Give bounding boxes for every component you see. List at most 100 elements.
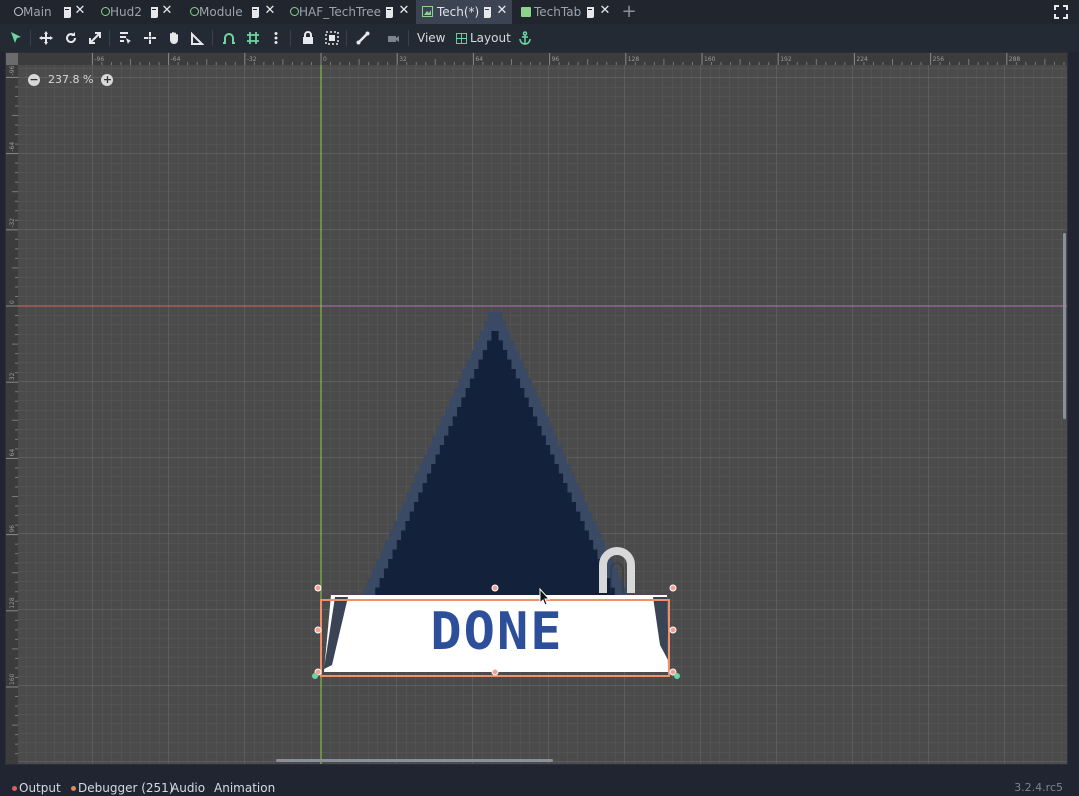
layout-label: Layout — [470, 31, 511, 45]
bottom-panel-bar: Output Debugger (251) Audio Animation 3.… — [0, 778, 1079, 796]
vertical-ruler[interactable]: -96 -64 -32 0 32 64 96 128 160 — [6, 53, 18, 764]
animation-tab[interactable]: Animation — [214, 780, 275, 796]
close-icon[interactable]: ✕ — [74, 4, 86, 17]
zoom-reset-label[interactable]: 237.8 % — [48, 73, 93, 86]
skeleton-button[interactable] — [354, 29, 372, 47]
output-tab[interactable]: Output — [12, 780, 61, 796]
vertical-scrollbar[interactable] — [1063, 233, 1066, 419]
scale-mode-button[interactable] — [86, 29, 104, 47]
layout-icon — [456, 32, 467, 44]
move-mode-button[interactable] — [37, 29, 55, 47]
zoom-in-button[interactable]: + — [101, 73, 114, 86]
ruler-tick-label: 128 — [9, 597, 16, 609]
script-icon[interactable] — [384, 6, 395, 18]
ruler-mode-button[interactable] — [189, 29, 207, 47]
pivot-button[interactable] — [141, 29, 159, 47]
separator — [408, 30, 409, 46]
script-icon[interactable] — [585, 6, 596, 18]
tab-tech[interactable]: Tech(*) ✕ — [416, 0, 512, 24]
tab-hud2[interactable]: Hud2 ✕ — [97, 0, 177, 24]
list-select-button[interactable] — [116, 29, 134, 47]
resize-handle[interactable] — [669, 584, 677, 592]
resize-handle[interactable] — [491, 668, 499, 676]
tab-label: Main — [23, 5, 52, 19]
group-button[interactable] — [323, 29, 341, 47]
grid-snap-toggle[interactable] — [244, 29, 262, 47]
ruler-corner — [6, 53, 18, 65]
script-icon[interactable] — [482, 6, 493, 18]
tab-label: Module — [199, 5, 243, 19]
scene-icon — [290, 7, 299, 16]
snap-options-button[interactable] — [267, 29, 285, 47]
ruler-tick-label: 32 — [399, 56, 407, 63]
lock-button[interactable] — [299, 29, 317, 47]
close-icon[interactable]: ✕ — [264, 4, 276, 17]
separator — [290, 30, 291, 46]
canvas-grid[interactable]: DONE — [18, 65, 1068, 765]
anchor-button[interactable] — [516, 29, 534, 47]
tab-techtab[interactable]: TechTab ✕ — [515, 0, 615, 24]
warning-indicator-icon — [71, 786, 76, 791]
anchor-handle[interactable] — [312, 673, 318, 679]
ruler-icon — [191, 31, 205, 45]
zoom-out-button[interactable]: − — [28, 73, 40, 86]
anchor-handle[interactable] — [674, 673, 680, 679]
camera-icon — [388, 36, 399, 42]
close-icon[interactable]: ✕ — [599, 4, 611, 17]
ruler-tick-label: -32 — [247, 56, 257, 63]
resize-handle[interactable] — [491, 584, 499, 592]
ruler-tick-label: -96 — [9, 65, 16, 75]
group-icon — [325, 31, 339, 45]
horizontal-ruler[interactable]: -96 -64 -32 0 32 64 96 128 160 192 224 256 288 — [6, 53, 1067, 65]
ruler-tick-label: 256 — [933, 56, 945, 63]
rotate-mode-button[interactable] — [62, 29, 80, 47]
horizontal-scrollbar[interactable] — [276, 759, 553, 762]
script-icon[interactable] — [250, 6, 261, 18]
view-menu[interactable]: View — [417, 29, 445, 47]
scene-icon — [101, 7, 110, 16]
debugger-tab[interactable]: Debugger (251) — [71, 780, 173, 796]
tab-label: TechTab — [534, 5, 582, 19]
resize-handle[interactable] — [314, 584, 322, 592]
canvas-viewport[interactable]: DONE -96 -64 -32 0 32 64 96 128 160 192 224 256 288 … — [5, 52, 1068, 765]
scene-tab-bar: Main ✕ Hud2 ✕ Module ✕ HAF_TechTree ✕ Te… — [0, 0, 1079, 24]
move-icon — [39, 31, 53, 45]
ruler-tick-label: 288 — [1009, 56, 1021, 63]
script-icon[interactable] — [149, 6, 160, 18]
close-icon[interactable]: ✕ — [161, 4, 173, 17]
separator — [30, 30, 31, 46]
close-icon[interactable]: ✕ — [496, 4, 508, 17]
fullscreen-icon[interactable] — [1054, 5, 1068, 19]
close-icon[interactable]: ✕ — [398, 4, 410, 17]
done-sprite: DONE — [324, 595, 668, 672]
pan-mode-button[interactable] — [165, 29, 183, 47]
ruler-tick-label: 64 — [475, 56, 483, 63]
resize-handle[interactable] — [314, 626, 322, 634]
separator — [346, 30, 347, 46]
ruler-tick-label: 224 — [856, 56, 868, 63]
add-tab-button[interactable]: + — [621, 2, 637, 22]
anchor-icon — [519, 31, 531, 45]
done-label: DONE — [430, 602, 563, 662]
ruler-tick-label: 64 — [9, 449, 16, 457]
ruler-tick-label: 32 — [9, 372, 16, 380]
tab-label: Tech(*) — [437, 5, 480, 19]
ruler-tick-label: 0 — [323, 56, 327, 63]
tab-haf-techtree[interactable]: HAF_TechTree ✕ — [286, 0, 414, 24]
hand-icon — [170, 32, 178, 44]
tab-main[interactable]: Main ✕ — [10, 0, 90, 24]
ruler-tick-label: 160 — [704, 56, 716, 63]
arrow-cursor-icon — [11, 32, 21, 43]
script-icon[interactable] — [62, 6, 73, 18]
ruler-tick-label: 96 — [552, 56, 560, 63]
select-mode-button[interactable] — [7, 29, 25, 47]
camera-override-button[interactable] — [384, 29, 402, 47]
tab-module[interactable]: Module ✕ — [186, 0, 282, 24]
resize-handle[interactable] — [669, 626, 677, 634]
audio-tab[interactable]: Audio — [171, 780, 205, 796]
canvas-toolbar: View Layout — [0, 24, 1079, 52]
ruler-tick-label: -64 — [171, 56, 181, 63]
smart-snap-toggle[interactable] — [220, 29, 238, 47]
layout-menu[interactable]: Layout — [456, 29, 511, 47]
ruler-tick-label: -64 — [9, 142, 16, 152]
